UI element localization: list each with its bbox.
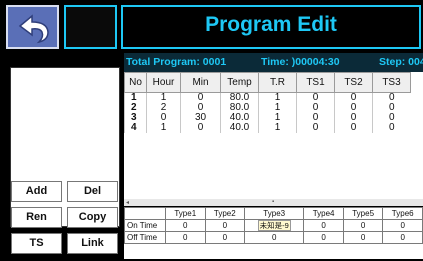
cell: 0 — [334, 123, 373, 133]
type-header: Type1 — [165, 207, 206, 220]
on-time-cell[interactable]: 0 — [165, 219, 206, 232]
column-header: Hour — [146, 72, 181, 93]
page-title: Program Edit — [205, 13, 337, 36]
title-bar: Program Edit — [121, 5, 421, 49]
off-time-cell[interactable]: 0 — [303, 231, 344, 244]
left-panel: Add Del Ren Copy TS Link — [8, 53, 121, 259]
total-program-label: Total Program: 0001 — [126, 56, 227, 68]
column-header: TS3 — [372, 72, 411, 93]
column-header: TS2 — [334, 72, 373, 93]
column-header: T.R — [258, 72, 297, 93]
time-label: Time: )00004:30 — [261, 56, 340, 68]
on-time-cell[interactable]: 0 — [382, 219, 423, 232]
cell: 4 — [124, 123, 147, 133]
scroll-thumb-marker[interactable]: ▪ — [272, 199, 274, 205]
delete-button[interactable]: Del — [67, 181, 118, 202]
left-panel-header — [8, 53, 121, 67]
off-time-cell[interactable]: 0 — [244, 231, 305, 244]
ts-button[interactable]: TS — [11, 233, 62, 254]
cell: 0 — [296, 123, 335, 133]
empty-corner-cell — [124, 207, 166, 220]
off-time-cell[interactable]: 0 — [204, 231, 246, 244]
on-time-cell-with-tooltip[interactable]: 未知是-9 — [244, 219, 305, 232]
type-header: Type4 — [303, 207, 344, 220]
program-table[interactable]: No Hour Min Temp T.R TS1 TS2 TS3 1 1 0 8… — [124, 72, 423, 199]
off-time-row[interactable]: Off Time 0 0 0 0 0 0 — [124, 231, 423, 244]
step-label: Step: 004 — [379, 56, 423, 68]
column-header: Temp — [220, 72, 259, 93]
table-row[interactable]: 2 2 0 80.0 1 0 0 0 — [124, 103, 411, 113]
cell: 0 — [372, 123, 411, 133]
type-time-table[interactable]: Type1 Type2 Type3 Type4 Type5 Type6 On T… — [124, 207, 423, 259]
blank-indicator-box — [64, 5, 117, 49]
program-info-bar: Total Program: 0001 Time: )00004:30 Step… — [124, 53, 423, 72]
column-header: No — [124, 72, 147, 93]
copy-button[interactable]: Copy — [67, 207, 118, 228]
rename-button[interactable]: Ren — [11, 207, 62, 228]
off-time-cell[interactable]: 0 — [382, 231, 423, 244]
column-header: TS1 — [296, 72, 335, 93]
off-time-cell[interactable]: 0 — [342, 231, 384, 244]
off-time-cell[interactable]: 0 — [165, 231, 206, 244]
program-list-box[interactable] — [10, 67, 120, 227]
cell: 0 — [180, 123, 221, 133]
off-time-label: Off Time — [124, 231, 166, 244]
cell: 40.0 — [220, 123, 259, 133]
table-row[interactable]: 4 1 0 40.0 1 0 0 0 — [124, 123, 411, 133]
tooltip: 未知是-9 — [257, 220, 291, 231]
add-button[interactable]: Add — [11, 181, 62, 202]
column-header: Min — [180, 72, 221, 93]
horizontal-scrollbar[interactable]: ◂ ▪ — [124, 199, 423, 206]
on-time-label: On Time — [124, 219, 166, 232]
type-header: Type5 — [342, 207, 384, 220]
cell: 1 — [146, 123, 181, 133]
type-header: Type6 — [382, 207, 423, 220]
on-time-cell[interactable]: 0 — [303, 219, 344, 232]
type-header: Type2 — [204, 207, 246, 220]
cell: 1 — [258, 123, 297, 133]
table-row[interactable]: 1 1 0 80.0 1 0 0 0 — [124, 92, 411, 103]
screen: Program Edit Add Del Ren Copy TS Link To… — [0, 0, 423, 261]
type-header: Type3 — [244, 207, 305, 220]
on-time-cell[interactable]: 0 — [342, 219, 384, 232]
back-button[interactable] — [6, 5, 59, 49]
on-time-cell[interactable]: 0 — [204, 219, 246, 232]
link-button[interactable]: Link — [67, 233, 118, 254]
table-header-row: No Hour Min Temp T.R TS1 TS2 TS3 — [124, 72, 411, 93]
back-arrow-icon — [18, 14, 49, 44]
scroll-left-arrow-icon[interactable]: ◂ — [126, 199, 129, 206]
type-header-row: Type1 Type2 Type3 Type4 Type5 Type6 — [124, 207, 423, 220]
on-time-row[interactable]: On Time 0 0 未知是-9 0 0 0 — [124, 219, 423, 232]
table-row[interactable]: 3 0 30 40.0 1 0 0 0 — [124, 113, 411, 123]
